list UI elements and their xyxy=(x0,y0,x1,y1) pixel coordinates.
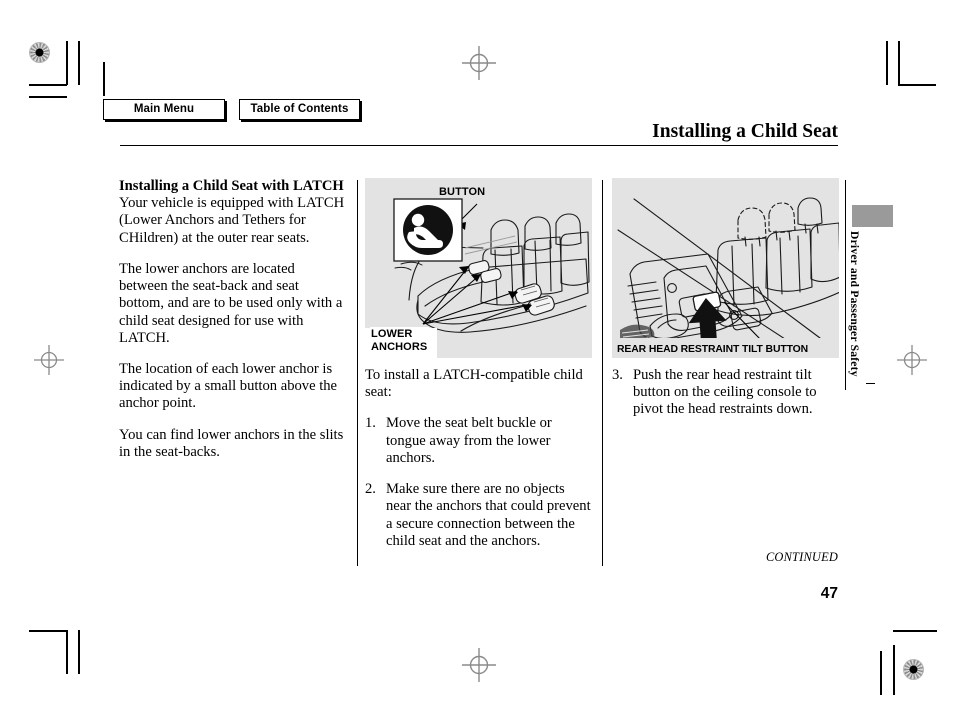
left-heading-text: Installing a Child Seat with LATCH xyxy=(119,178,344,194)
registration-mark-top-left xyxy=(29,42,50,63)
side-tab-marker xyxy=(852,205,893,227)
crop-mark-tr-horizontal xyxy=(898,84,936,86)
document-navigation-bar: Main Menu Table of Contents xyxy=(103,99,360,120)
step-text: Move the seat belt buckle or tongue away… xyxy=(386,415,552,466)
crop-mark-tr-vertical xyxy=(886,41,888,85)
registration-mark-bottom-right xyxy=(903,659,924,680)
crop-mark-tl-horizontal-2 xyxy=(29,96,67,98)
crop-mark-tr-vertical-2 xyxy=(898,41,900,85)
crop-mark-bl-horizontal xyxy=(29,630,67,632)
crop-mark-br-vertical xyxy=(880,651,882,695)
crop-mark-bl-vertical-2 xyxy=(78,630,80,674)
page-header: Installing a Child Seat xyxy=(120,121,838,147)
crop-mark-tl-vertical-2 xyxy=(78,41,80,85)
step-text: Make sure there are no objects near the … xyxy=(386,481,591,549)
registration-crosshair-right xyxy=(897,345,927,375)
left-column: Installing a Child Seat with LATCH Your … xyxy=(119,178,347,461)
left-column-heading: Installing a Child Seat with LATCH xyxy=(119,178,347,195)
lower-anchors-figure: BUTTON LOWER ANCHORS xyxy=(365,178,592,358)
side-tab-label: Driver and Passenger Safety xyxy=(848,231,861,377)
title-underline xyxy=(120,145,838,147)
step-text: Push the rear head restraint tilt button… xyxy=(633,367,817,418)
left-paragraph-3: The location of each lower anchor is ind… xyxy=(119,360,338,412)
crop-mark-br-horizontal xyxy=(893,630,937,632)
figure-label-lower-anchors: LOWER ANCHORS xyxy=(370,327,430,354)
figure-label-lower-anchors-line1: LOWER xyxy=(371,328,413,341)
figure-label-button: BUTTON xyxy=(439,186,486,198)
registration-crosshair-top xyxy=(462,46,496,80)
head-restraint-tilt-figure: REAR HEAD RESTRAINT TILT BUTTON xyxy=(612,178,839,358)
crop-mark-tl-horizontal xyxy=(29,84,67,86)
crop-mark-inner-tl-vertical xyxy=(103,62,105,96)
continued-label: CONTINUED xyxy=(765,550,838,564)
figure-label-lower-anchors-line2: ANCHORS xyxy=(371,340,428,353)
column-divider-right xyxy=(602,180,604,566)
left-paragraph-1: Your vehicle is equipped with LATCH (Low… xyxy=(119,195,345,246)
middle-column: BUTTON LOWER ANCHORS To install a LATCH-… xyxy=(365,178,593,564)
child-seat-icon xyxy=(393,198,463,262)
list-item: 2. Make sure there are no objects near t… xyxy=(365,481,593,550)
left-paragraph-2: The lower anchors are located between th… xyxy=(119,260,343,346)
registration-crosshair-bottom xyxy=(462,648,496,682)
page-title: Installing a Child Seat xyxy=(652,121,838,142)
crop-mark-br-vertical-2 xyxy=(893,645,895,695)
right-column: REAR HEAD RESTRAINT TILT BUTTON 3. Push … xyxy=(612,178,840,433)
list-item: 3. Push the rear head restraint tilt but… xyxy=(612,367,840,419)
crop-mark-bl-vertical xyxy=(66,630,68,674)
side-tab-tick xyxy=(866,383,875,385)
table-of-contents-button[interactable]: Table of Contents xyxy=(239,99,360,120)
list-item: 1. Move the seat belt buckle or tongue a… xyxy=(365,415,593,467)
figure-caption-rear-head-restraint: REAR HEAD RESTRAINT TILT BUTTON xyxy=(612,342,839,358)
middle-intro-text: To install a LATCH-compatible child seat… xyxy=(365,367,583,401)
crop-mark-tl-vertical xyxy=(66,41,68,85)
registration-crosshair-left xyxy=(34,345,64,375)
step-number: 2. xyxy=(365,481,376,498)
column-divider-left xyxy=(357,180,359,566)
ceiling-console-illustration xyxy=(612,178,839,358)
step-number: 3. xyxy=(612,367,623,383)
left-paragraph-4: You can find lower anchors in the slits … xyxy=(119,426,344,460)
step-number: 1. xyxy=(365,415,376,432)
middle-steps-list: 1. Move the seat belt buckle or tongue a… xyxy=(365,415,593,550)
page-number: 47 xyxy=(820,585,838,602)
right-steps-list: 3. Push the rear head restraint tilt but… xyxy=(612,367,840,419)
main-menu-button[interactable]: Main Menu xyxy=(103,99,225,120)
